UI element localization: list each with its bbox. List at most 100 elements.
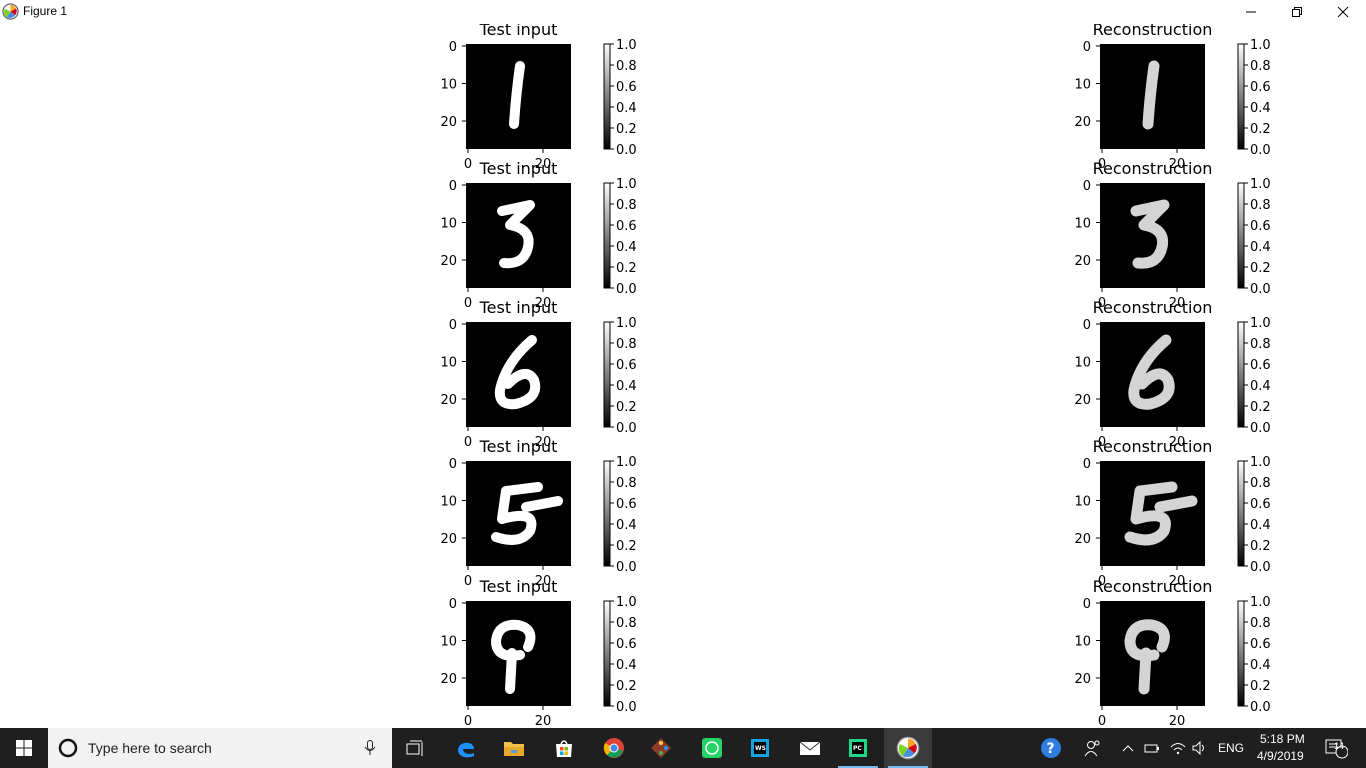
y-tick-label: 20 bbox=[440, 115, 457, 130]
colorbar-tick-label: 0.6 bbox=[1250, 358, 1271, 373]
y-tick-label: 20 bbox=[440, 393, 457, 408]
minimize-button[interactable] bbox=[1228, 0, 1274, 24]
y-tick-label: 0 bbox=[449, 457, 457, 472]
volume-icon bbox=[1192, 741, 1204, 755]
colorbar-tick-label: 1.0 bbox=[616, 177, 637, 192]
people-icon bbox=[1084, 740, 1100, 757]
subplot-title: Reconstruction bbox=[1093, 24, 1213, 39]
colorbar-tick-label: 0.0 bbox=[616, 282, 637, 297]
taskbar-app-matplotlib-figure[interactable] bbox=[884, 728, 932, 768]
taskbar-app-store[interactable] bbox=[540, 728, 588, 768]
y-tick-label: 0 bbox=[449, 597, 457, 612]
colorbar bbox=[603, 600, 611, 707]
colorbar-tick-label: 1.0 bbox=[1250, 38, 1271, 53]
x-tick-label: 0 bbox=[464, 296, 472, 311]
colorbar-tick-label: 1.0 bbox=[616, 316, 637, 331]
y-tick-label: 0 bbox=[1083, 318, 1091, 333]
subplot-title: Test input bbox=[479, 159, 558, 178]
x-tick-label: 0 bbox=[464, 574, 472, 589]
colorbar bbox=[1237, 182, 1245, 289]
close-button[interactable] bbox=[1320, 0, 1366, 24]
taskbar-app-webstorm[interactable]: WS bbox=[736, 728, 784, 768]
help-tray-button[interactable]: ? bbox=[1030, 728, 1072, 768]
clock-date[interactable]: 4/9/2019 bbox=[1257, 749, 1304, 763]
test-input-subplot: Test input010200 201.00.80.60.40.20.0 bbox=[440, 577, 636, 728]
subplot-title: Test input bbox=[479, 577, 558, 596]
colorbar-tick-label: 1.0 bbox=[616, 38, 637, 53]
cortana-icon bbox=[58, 738, 78, 758]
webstorm-icon: WS bbox=[751, 739, 769, 757]
show-hidden-icons-button[interactable] bbox=[1116, 728, 1140, 768]
volume-button[interactable] bbox=[1188, 728, 1212, 768]
y-tick-label: 0 bbox=[449, 318, 457, 333]
taskbar-app-whatsapp[interactable] bbox=[688, 728, 736, 768]
colorbar-tick-label: 1.0 bbox=[1250, 316, 1271, 331]
y-tick-label: 10 bbox=[1074, 495, 1091, 510]
taskbar-app-chrome[interactable] bbox=[590, 728, 638, 768]
taskbar-app-pycharm[interactable]: PC bbox=[834, 728, 882, 768]
colorbar-tick-label: 0.8 bbox=[616, 198, 637, 213]
y-tick-label: 20 bbox=[440, 532, 457, 547]
pycharm-icon: PC bbox=[849, 739, 867, 757]
subplot-title: Reconstruction bbox=[1093, 577, 1213, 596]
colorbar-tick-label: 0.6 bbox=[1250, 80, 1271, 95]
battery-button[interactable] bbox=[1140, 728, 1164, 768]
colorbar-tick-label: 0.4 bbox=[616, 240, 637, 255]
y-tick-label: 20 bbox=[1074, 672, 1091, 687]
colorbar-tick-label: 0.8 bbox=[1250, 198, 1271, 213]
microphone-icon[interactable] bbox=[364, 740, 376, 756]
notification-count: 14 bbox=[1334, 741, 1345, 751]
reconstruction-subplot: Reconstruction010200 201.00.80.60.40.20.0 bbox=[1074, 437, 1270, 589]
chevron-up-icon bbox=[1122, 745, 1134, 752]
svg-text:?: ? bbox=[1047, 741, 1055, 757]
git-icon bbox=[651, 738, 671, 758]
colorbar-tick-label: 0.2 bbox=[616, 261, 637, 276]
restore-button[interactable] bbox=[1274, 0, 1320, 24]
title-bar[interactable]: Figure 1 bbox=[0, 0, 1366, 24]
taskbar-app-file-explorer[interactable] bbox=[490, 728, 538, 768]
colorbar-tick-label: 1.0 bbox=[1250, 455, 1271, 470]
colorbar-tick-label: 0.0 bbox=[1250, 560, 1271, 575]
colorbar-tick-label: 0.8 bbox=[1250, 337, 1271, 352]
y-tick-label: 20 bbox=[1074, 254, 1091, 269]
colorbar-tick-label: 0.8 bbox=[1250, 616, 1271, 631]
colorbar bbox=[1237, 600, 1245, 707]
task-view-icon bbox=[406, 740, 423, 756]
input-language[interactable]: ENG bbox=[1218, 741, 1244, 755]
y-tick-label: 10 bbox=[440, 217, 457, 232]
taskbar-app-mail[interactable] bbox=[786, 728, 834, 768]
taskbar-app-git[interactable] bbox=[638, 728, 686, 768]
test-input-subplot: Test input010200 201.00.80.60.40.20.0 bbox=[440, 298, 636, 450]
search-placeholder: Type here to search bbox=[88, 740, 212, 756]
action-center-button[interactable]: 14 bbox=[1316, 728, 1356, 768]
y-tick-label: 0 bbox=[1083, 40, 1091, 55]
svg-text:WS: WS bbox=[755, 745, 766, 752]
colorbar-tick-label: 0.2 bbox=[616, 400, 637, 415]
colorbar-tick-label: 0.4 bbox=[1250, 379, 1271, 394]
colorbar-tick-label: 0.6 bbox=[616, 497, 637, 512]
task-view-button[interactable] bbox=[392, 728, 440, 768]
colorbar-tick-label: 0.0 bbox=[1250, 282, 1271, 297]
y-tick-label: 10 bbox=[1074, 635, 1091, 650]
taskbar-app-edge[interactable] bbox=[442, 728, 490, 768]
clock-time[interactable]: 5:18 PM bbox=[1260, 732, 1305, 746]
help-icon: ? bbox=[1041, 738, 1061, 758]
reconstruction-subplot: Reconstruction010200 201.00.80.60.40.20.0 bbox=[1074, 577, 1270, 728]
digit-image bbox=[1100, 183, 1205, 288]
colorbar-tick-label: 0.6 bbox=[1250, 497, 1271, 512]
subplot-title: Test input bbox=[479, 24, 558, 39]
matplotlib-icon bbox=[896, 736, 920, 760]
figure-window: Figure 1 Test input 0 10 20 0 20 1.0 0.8 0.6 0.4 0… bbox=[0, 0, 1366, 728]
wifi-button[interactable] bbox=[1166, 728, 1190, 768]
subplot-title: Reconstruction bbox=[1093, 298, 1213, 317]
people-button[interactable] bbox=[1074, 728, 1110, 768]
taskbar-search[interactable]: Type here to search bbox=[48, 728, 392, 768]
colorbar-tick-label: 0.6 bbox=[616, 80, 637, 95]
matplotlib-icon bbox=[2, 3, 19, 20]
start-button[interactable] bbox=[0, 728, 48, 768]
y-tick-label: 20 bbox=[1074, 115, 1091, 130]
restore-icon bbox=[1292, 7, 1302, 17]
colorbar bbox=[603, 43, 611, 150]
edge-icon bbox=[458, 742, 474, 758]
mail-icon bbox=[799, 741, 821, 755]
